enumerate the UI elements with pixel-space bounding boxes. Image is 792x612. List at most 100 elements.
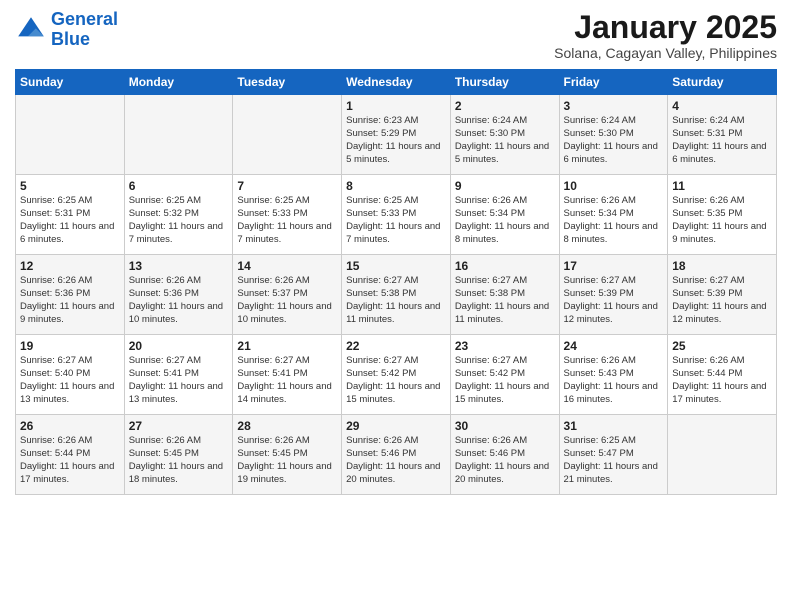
day-info: Sunrise: 6:26 AM Sunset: 5:44 PM Dayligh… — [20, 435, 120, 486]
header: General Blue January 2025 Solana, Cagaya… — [15, 10, 777, 61]
calendar-week-row: 5 Sunrise: 6:25 AM Sunset: 5:31 PM Daylig… — [16, 175, 777, 255]
day-info: Sunrise: 6:26 AM Sunset: 5:44 PM Dayligh… — [672, 355, 772, 406]
day-info: Sunrise: 6:25 AM Sunset: 5:31 PM Dayligh… — [20, 195, 120, 246]
weekday-header-wednesday: Wednesday — [342, 70, 451, 95]
day-info: Sunrise: 6:24 AM Sunset: 5:30 PM Dayligh… — [455, 115, 555, 166]
calendar-cell — [668, 415, 777, 495]
day-number: 26 — [20, 419, 120, 433]
month-title: January 2025 — [554, 10, 777, 45]
calendar-cell: 4 Sunrise: 6:24 AM Sunset: 5:31 PM Daylig… — [668, 95, 777, 175]
day-info: Sunrise: 6:25 AM Sunset: 5:33 PM Dayligh… — [346, 195, 446, 246]
day-number: 22 — [346, 339, 446, 353]
subtitle: Solana, Cagayan Valley, Philippines — [554, 45, 777, 61]
calendar-cell: 17 Sunrise: 6:27 AM Sunset: 5:39 PM Dayli… — [559, 255, 668, 335]
day-number: 21 — [237, 339, 337, 353]
day-number: 3 — [564, 99, 664, 113]
calendar-cell: 14 Sunrise: 6:26 AM Sunset: 5:37 PM Dayli… — [233, 255, 342, 335]
day-number: 25 — [672, 339, 772, 353]
calendar-cell: 30Sunrise: 6:26 AM Sunset: 5:46 PM Dayli… — [450, 415, 559, 495]
day-number: 15 — [346, 259, 446, 273]
day-number: 27 — [129, 419, 229, 433]
day-info: Sunrise: 6:23 AM Sunset: 5:29 PM Dayligh… — [346, 115, 446, 166]
day-number: 14 — [237, 259, 337, 273]
calendar-cell: 31 Sunrise: 6:25 AM Sunset: 5:47 PM Dayli… — [559, 415, 668, 495]
calendar-cell: 28 Sunrise: 6:26 AM Sunset: 5:45 PM Dayli… — [233, 415, 342, 495]
weekday-header-saturday: Saturday — [668, 70, 777, 95]
day-number: 10 — [564, 179, 664, 193]
calendar-cell: 18 Sunrise: 6:27 AM Sunset: 5:39 PM Dayli… — [668, 255, 777, 335]
title-block: January 2025 Solana, Cagayan Valley, Phi… — [554, 10, 777, 61]
day-number: 18 — [672, 259, 772, 273]
calendar-table: SundayMondayTuesdayWednesdayThursdayFrid… — [15, 69, 777, 495]
calendar-cell: 7Sunrise: 6:25 AM Sunset: 5:33 PM Daylig… — [233, 175, 342, 255]
calendar-cell: 1 Sunrise: 6:23 AM Sunset: 5:29 PM Daylig… — [342, 95, 451, 175]
day-number: 24 — [564, 339, 664, 353]
day-info: Sunrise: 6:27 AM Sunset: 5:41 PM Dayligh… — [129, 355, 229, 406]
weekday-header-sunday: Sunday — [16, 70, 125, 95]
calendar-cell: 10Sunrise: 6:26 AM Sunset: 5:34 PM Dayli… — [559, 175, 668, 255]
day-number: 9 — [455, 179, 555, 193]
day-info: Sunrise: 6:24 AM Sunset: 5:30 PM Dayligh… — [564, 115, 664, 166]
calendar-cell: 23Sunrise: 6:27 AM Sunset: 5:42 PM Dayli… — [450, 335, 559, 415]
day-info: Sunrise: 6:26 AM Sunset: 5:45 PM Dayligh… — [237, 435, 337, 486]
calendar-cell — [124, 95, 233, 175]
calendar-cell: 22Sunrise: 6:27 AM Sunset: 5:42 PM Dayli… — [342, 335, 451, 415]
calendar-cell: 15 Sunrise: 6:27 AM Sunset: 5:38 PM Dayli… — [342, 255, 451, 335]
day-info: Sunrise: 6:26 AM Sunset: 5:36 PM Dayligh… — [20, 275, 120, 326]
calendar-cell: 20 Sunrise: 6:27 AM Sunset: 5:41 PM Dayli… — [124, 335, 233, 415]
calendar-cell: 16 Sunrise: 6:27 AM Sunset: 5:38 PM Dayli… — [450, 255, 559, 335]
day-number: 28 — [237, 419, 337, 433]
logo: General Blue — [15, 10, 118, 50]
day-info: Sunrise: 6:27 AM Sunset: 5:39 PM Dayligh… — [564, 275, 664, 326]
day-info: Sunrise: 6:26 AM Sunset: 5:45 PM Dayligh… — [129, 435, 229, 486]
day-number: 1 — [346, 99, 446, 113]
calendar-cell: 9Sunrise: 6:26 AM Sunset: 5:34 PM Daylig… — [450, 175, 559, 255]
weekday-header-thursday: Thursday — [450, 70, 559, 95]
calendar-cell — [16, 95, 125, 175]
day-info: Sunrise: 6:27 AM Sunset: 5:38 PM Dayligh… — [346, 275, 446, 326]
day-number: 5 — [20, 179, 120, 193]
day-info: Sunrise: 6:27 AM Sunset: 5:38 PM Dayligh… — [455, 275, 555, 326]
calendar-week-row: 26 Sunrise: 6:26 AM Sunset: 5:44 PM Dayli… — [16, 415, 777, 495]
calendar-cell: 8Sunrise: 6:25 AM Sunset: 5:33 PM Daylig… — [342, 175, 451, 255]
day-number: 7 — [237, 179, 337, 193]
weekday-header-monday: Monday — [124, 70, 233, 95]
day-info: Sunrise: 6:26 AM Sunset: 5:46 PM Dayligh… — [346, 435, 446, 486]
day-info: Sunrise: 6:27 AM Sunset: 5:41 PM Dayligh… — [237, 355, 337, 406]
day-number: 29 — [346, 419, 446, 433]
weekday-header-tuesday: Tuesday — [233, 70, 342, 95]
weekday-header-friday: Friday — [559, 70, 668, 95]
day-info: Sunrise: 6:24 AM Sunset: 5:31 PM Dayligh… — [672, 115, 772, 166]
logo-text: General Blue — [51, 10, 118, 50]
calendar-cell: 25 Sunrise: 6:26 AM Sunset: 5:44 PM Dayli… — [668, 335, 777, 415]
day-number: 13 — [129, 259, 229, 273]
calendar-cell: 3 Sunrise: 6:24 AM Sunset: 5:30 PM Daylig… — [559, 95, 668, 175]
day-number: 4 — [672, 99, 772, 113]
day-number: 30 — [455, 419, 555, 433]
calendar-cell: 26 Sunrise: 6:26 AM Sunset: 5:44 PM Dayli… — [16, 415, 125, 495]
day-info: Sunrise: 6:27 AM Sunset: 5:40 PM Dayligh… — [20, 355, 120, 406]
day-info: Sunrise: 6:26 AM Sunset: 5:43 PM Dayligh… — [564, 355, 664, 406]
day-info: Sunrise: 6:25 AM Sunset: 5:47 PM Dayligh… — [564, 435, 664, 486]
calendar-cell — [233, 95, 342, 175]
day-number: 17 — [564, 259, 664, 273]
weekday-header-row: SundayMondayTuesdayWednesdayThursdayFrid… — [16, 70, 777, 95]
calendar-cell: 5 Sunrise: 6:25 AM Sunset: 5:31 PM Daylig… — [16, 175, 125, 255]
day-number: 11 — [672, 179, 772, 193]
day-number: 20 — [129, 339, 229, 353]
day-number: 23 — [455, 339, 555, 353]
calendar-cell: 24 Sunrise: 6:26 AM Sunset: 5:43 PM Dayli… — [559, 335, 668, 415]
day-info: Sunrise: 6:27 AM Sunset: 5:39 PM Dayligh… — [672, 275, 772, 326]
day-number: 6 — [129, 179, 229, 193]
day-info: Sunrise: 6:26 AM Sunset: 5:35 PM Dayligh… — [672, 195, 772, 246]
day-info: Sunrise: 6:26 AM Sunset: 5:37 PM Dayligh… — [237, 275, 337, 326]
page: General Blue January 2025 Solana, Cagaya… — [0, 0, 792, 510]
calendar-cell: 27 Sunrise: 6:26 AM Sunset: 5:45 PM Dayli… — [124, 415, 233, 495]
day-number: 16 — [455, 259, 555, 273]
calendar-week-row: 19Sunrise: 6:27 AM Sunset: 5:40 PM Dayli… — [16, 335, 777, 415]
calendar-cell: 11 Sunrise: 6:26 AM Sunset: 5:35 PM Dayli… — [668, 175, 777, 255]
day-info: Sunrise: 6:25 AM Sunset: 5:32 PM Dayligh… — [129, 195, 229, 246]
day-number: 12 — [20, 259, 120, 273]
day-number: 31 — [564, 419, 664, 433]
logo-icon — [15, 14, 47, 46]
